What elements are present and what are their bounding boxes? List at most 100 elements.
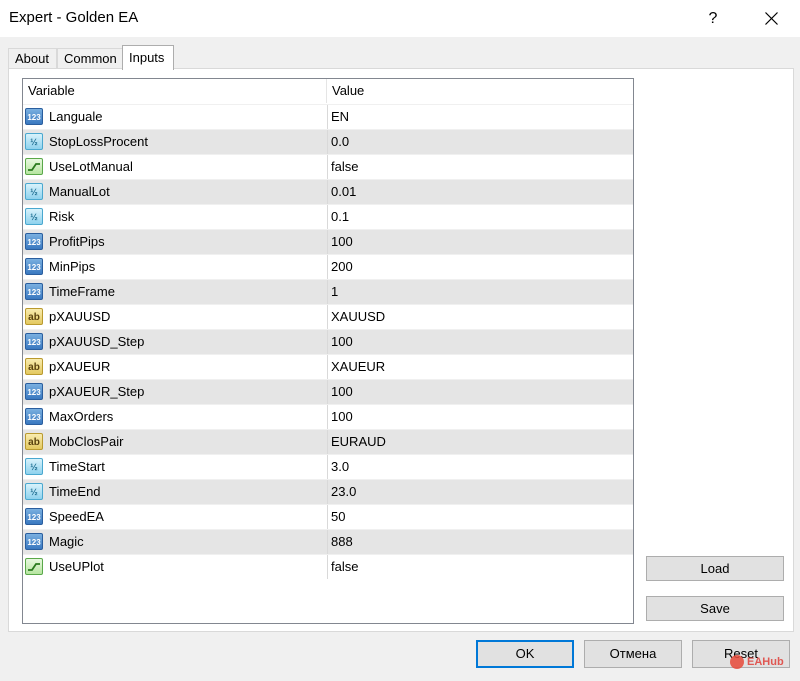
variable-cell[interactable]: ab pXAUEUR bbox=[23, 355, 326, 379]
value-cell[interactable]: 1 bbox=[327, 280, 633, 304]
tab-common[interactable]: Common bbox=[57, 48, 123, 68]
string-type-icon: ab bbox=[25, 308, 43, 325]
value-cell[interactable]: 100 bbox=[327, 405, 633, 429]
close-button[interactable] bbox=[748, 0, 794, 37]
help-button[interactable]: ? bbox=[690, 0, 736, 37]
integer-type-icon: 123 bbox=[25, 233, 43, 250]
variable-name: pXAUEUR_Step bbox=[49, 384, 145, 399]
input-row[interactable]: ½ ManualLot 0.01 bbox=[23, 179, 633, 204]
input-row[interactable]: ½ TimeEnd 23.0 bbox=[23, 479, 633, 504]
variable-cell[interactable]: ½ TimeStart bbox=[23, 455, 326, 479]
value-cell[interactable]: 50 bbox=[327, 505, 633, 529]
input-row[interactable]: 123 Languale EN bbox=[23, 104, 633, 129]
tab-about[interactable]: About bbox=[8, 48, 57, 68]
type-icon-text: ½ bbox=[30, 212, 38, 222]
watermark-logo: EAHub bbox=[730, 655, 784, 669]
value-cell[interactable]: 100 bbox=[327, 230, 633, 254]
variable-name: Risk bbox=[49, 209, 75, 224]
cancel-button[interactable]: Отмена bbox=[584, 640, 682, 668]
grid-header: Variable Value bbox=[23, 79, 633, 104]
value-cell[interactable]: 0.01 bbox=[327, 180, 633, 204]
variable-name: ManualLot bbox=[49, 184, 110, 199]
input-row[interactable]: 123 MaxOrders 100 bbox=[23, 404, 633, 429]
value-cell[interactable]: 888 bbox=[327, 530, 633, 554]
expert-properties-window: Expert - Golden EA ? About Common Inputs… bbox=[0, 0, 800, 681]
input-row[interactable]: 123 TimeFrame 1 bbox=[23, 279, 633, 304]
value-cell[interactable]: XAUUSD bbox=[327, 305, 633, 329]
value-cell[interactable]: 23.0 bbox=[327, 480, 633, 504]
input-row[interactable]: 123 Magic 888 bbox=[23, 529, 633, 554]
input-row[interactable]: 123 SpeedEA 50 bbox=[23, 504, 633, 529]
variable-cell[interactable]: 123 MinPips bbox=[23, 255, 326, 279]
variable-cell[interactable]: UseLotManual bbox=[23, 155, 326, 179]
value-cell[interactable]: 100 bbox=[327, 330, 633, 354]
value-cell[interactable]: XAUEUR bbox=[327, 355, 633, 379]
variable-cell[interactable]: 123 TimeFrame bbox=[23, 280, 326, 304]
value-cell[interactable]: 0.0 bbox=[327, 130, 633, 154]
save-button[interactable]: Save bbox=[646, 596, 784, 621]
integer-type-icon: 123 bbox=[25, 108, 43, 125]
value-cell[interactable]: 0.1 bbox=[327, 205, 633, 229]
variable-cell[interactable]: ab pXAUUSD bbox=[23, 305, 326, 329]
variable-cell[interactable]: UseUPlot bbox=[23, 555, 326, 579]
variable-cell[interactable]: ½ TimeEnd bbox=[23, 480, 326, 504]
value-cell[interactable]: false bbox=[327, 155, 633, 179]
input-row[interactable]: 123 ProfitPips 100 bbox=[23, 229, 633, 254]
variable-cell[interactable]: ½ Risk bbox=[23, 205, 326, 229]
tab-inputs[interactable]: Inputs bbox=[122, 45, 174, 70]
variable-name: TimeFrame bbox=[49, 284, 115, 299]
value-cell[interactable]: 3.0 bbox=[327, 455, 633, 479]
variable-cell[interactable]: 123 MaxOrders bbox=[23, 405, 326, 429]
watermark-icon bbox=[730, 655, 744, 669]
type-icon-text: ab bbox=[28, 437, 40, 448]
input-row[interactable]: ab pXAUUSD XAUUSD bbox=[23, 304, 633, 329]
type-icon-text: ½ bbox=[30, 137, 38, 147]
variable-cell[interactable]: 123 Magic bbox=[23, 530, 326, 554]
integer-type-icon: 123 bbox=[25, 508, 43, 525]
variable-cell[interactable]: ½ StopLossProcent bbox=[23, 130, 326, 154]
column-header-variable[interactable]: Variable bbox=[23, 79, 326, 103]
variable-name: TimeStart bbox=[49, 459, 105, 474]
variable-name: Languale bbox=[49, 109, 103, 124]
load-button[interactable]: Load bbox=[646, 556, 784, 581]
type-icon-text: 123 bbox=[27, 388, 41, 397]
integer-type-icon: 123 bbox=[25, 258, 43, 275]
input-row[interactable]: 123 MinPips 200 bbox=[23, 254, 633, 279]
input-row[interactable]: ½ StopLossProcent 0.0 bbox=[23, 129, 633, 154]
variable-cell[interactable]: ½ ManualLot bbox=[23, 180, 326, 204]
input-row[interactable]: UseUPlot false bbox=[23, 554, 633, 579]
value-cell[interactable]: false bbox=[327, 555, 633, 579]
input-row[interactable]: ab pXAUEUR XAUEUR bbox=[23, 354, 633, 379]
value-cell[interactable]: EN bbox=[327, 105, 633, 129]
close-icon bbox=[764, 12, 778, 25]
variable-cell[interactable]: 123 pXAUEUR_Step bbox=[23, 380, 326, 404]
input-row[interactable]: 123 pXAUEUR_Step 100 bbox=[23, 379, 633, 404]
type-icon-text: 123 bbox=[27, 538, 41, 547]
value-cell[interactable]: EURAUD bbox=[327, 430, 633, 454]
column-header-value[interactable]: Value bbox=[327, 79, 633, 103]
variable-cell[interactable]: 123 pXAUUSD_Step bbox=[23, 330, 326, 354]
title-bar: Expert - Golden EA ? bbox=[0, 0, 800, 37]
double-type-icon: ½ bbox=[25, 458, 43, 475]
type-icon-text: ab bbox=[28, 362, 40, 373]
input-row[interactable]: 123 pXAUUSD_Step 100 bbox=[23, 329, 633, 354]
variable-cell[interactable]: 123 SpeedEA bbox=[23, 505, 326, 529]
input-row[interactable]: ab MobClosPair EURAUD bbox=[23, 429, 633, 454]
type-icon-text: ½ bbox=[30, 487, 38, 497]
value-cell[interactable]: 100 bbox=[327, 380, 633, 404]
value-cell[interactable]: 200 bbox=[327, 255, 633, 279]
type-icon-text: 123 bbox=[27, 413, 41, 422]
input-row[interactable]: ½ Risk 0.1 bbox=[23, 204, 633, 229]
type-icon-text: ab bbox=[28, 312, 40, 323]
variable-cell[interactable]: 123 Languale bbox=[23, 105, 326, 129]
type-icon-text: ½ bbox=[30, 462, 38, 472]
input-row[interactable]: ½ TimeStart 3.0 bbox=[23, 454, 633, 479]
inputs-grid: Variable Value 123 Languale EN ½ StopLossPro… bbox=[22, 78, 634, 624]
variable-name: StopLossProcent bbox=[49, 134, 149, 149]
ok-button[interactable]: OK bbox=[476, 640, 574, 668]
type-icon-text: 123 bbox=[27, 263, 41, 272]
input-row[interactable]: UseLotManual false bbox=[23, 154, 633, 179]
variable-cell[interactable]: 123 ProfitPips bbox=[23, 230, 326, 254]
variable-cell[interactable]: ab MobClosPair bbox=[23, 430, 326, 454]
variable-name: SpeedEA bbox=[49, 509, 104, 524]
